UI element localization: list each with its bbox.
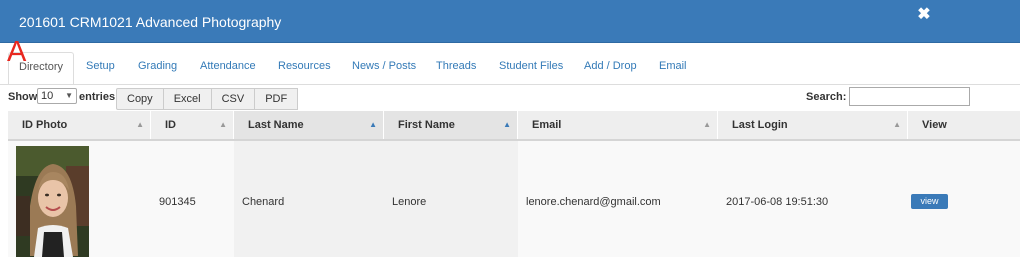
annotation-a: A [7,36,27,68]
tab-grading[interactable]: Grading [128,52,187,85]
tab-threads[interactable]: Threads [426,52,486,85]
view-button[interactable]: view [911,194,948,209]
entries-label: entries [79,91,116,103]
tab-email[interactable]: Email [649,52,697,85]
column-header-view: View [922,119,947,131]
table-toolbar: Show 10 ▼ entries Copy Excel CSV PDF Sea… [0,86,1020,110]
portrait-image [16,146,89,257]
search-label: Search: [806,91,847,103]
column-header-email[interactable]: Email ▲ [518,111,718,139]
sort-ascending-icon: ▲ [369,120,377,129]
page-size-value: 10 [41,90,54,102]
sort-icon: ▲ [136,120,144,129]
sort-icon: ▲ [703,120,711,129]
sort-icon: ▲ [219,120,227,129]
column-header-id-photo[interactable]: ID Photo ▲ [8,111,151,139]
cell-email: lenore.chenard@gmail.com [526,196,661,208]
column-header-last-login[interactable]: Last Login ▲ [718,111,908,139]
chevron-down-icon: ▼ [65,91,73,100]
close-icon[interactable]: ✖ [916,7,932,23]
modal-title: 201601 CRM1021 Advanced Photography [19,14,282,30]
column-header-id[interactable]: ID ▲ [151,111,234,139]
tab-resources[interactable]: Resources [268,52,341,85]
cell-id: 901345 [159,196,196,208]
tab-attendance[interactable]: Attendance [190,52,266,85]
tab-divider [0,84,1020,85]
modal-header: 201601 CRM1021 Advanced Photography ✖ [0,0,1020,43]
tab-setup[interactable]: Setup [76,52,125,85]
export-buttons: Copy Excel CSV PDF [116,88,299,110]
tab-student-files[interactable]: Student Files [489,52,573,85]
tab-add-drop[interactable]: Add / Drop [574,52,647,85]
table-header: ID Photo ▲ ID ▲ Last Name ▲ First Name ▲… [8,111,1020,141]
column-header-last-name[interactable]: Last Name ▲ [234,111,384,139]
csv-button[interactable]: CSV [210,88,256,110]
pdf-button[interactable]: PDF [254,88,299,110]
sort-icon: ▲ [893,120,901,129]
student-id-photo [16,146,89,257]
search-input[interactable] [849,87,970,106]
tab-news-posts[interactable]: News / Posts [342,52,426,85]
excel-button[interactable]: Excel [162,88,212,110]
sort-ascending-icon: ▲ [503,120,511,129]
column-header-first-name[interactable]: First Name ▲ [384,111,518,139]
tab-bar: Directory Setup Grading Attendance Resou… [0,43,1020,85]
cell-last-login: 2017-06-08 19:51:30 [726,196,829,208]
cell-last-name: Chenard [234,141,384,257]
table-row: 901345 Chenard Lenore lenore.chenard@gma… [8,141,1020,257]
copy-button[interactable]: Copy [116,88,164,110]
page-size-select[interactable]: 10 ▼ [37,88,77,104]
cell-first-name: Lenore [384,141,518,257]
show-label: Show [8,91,38,103]
